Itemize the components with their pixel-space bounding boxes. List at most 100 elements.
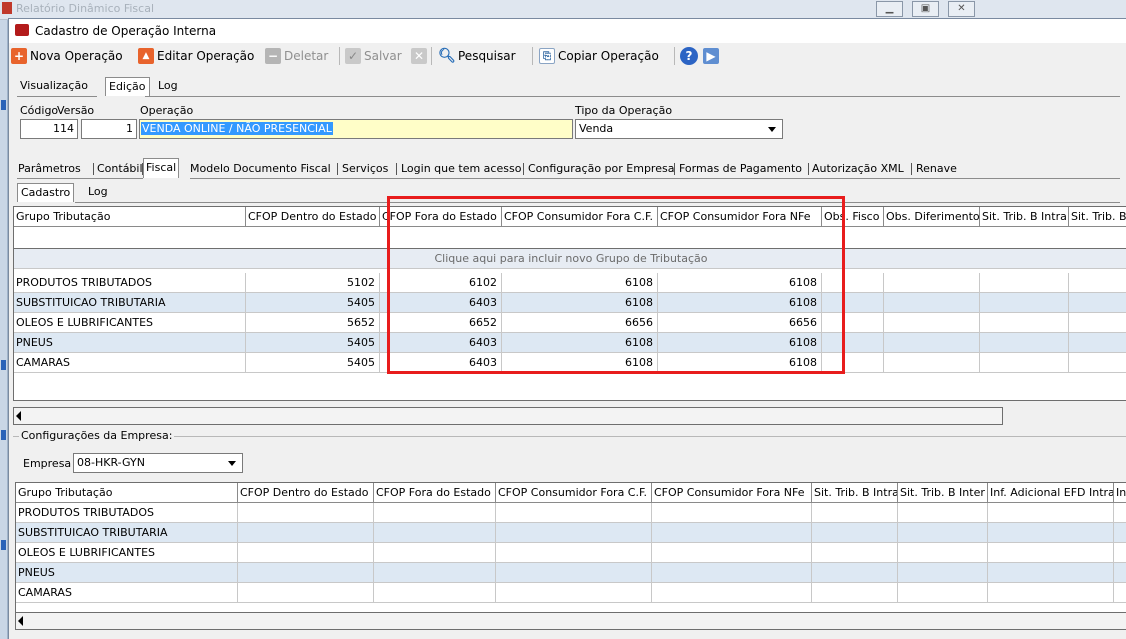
tab-servicos[interactable]: Serviços: [342, 161, 388, 178]
table-cell[interactable]: 6652: [380, 313, 502, 333]
minimize-button[interactable]: ▁: [876, 1, 903, 17]
table-cell[interactable]: [884, 353, 980, 373]
table-cell[interactable]: [1069, 333, 1126, 353]
table-cell[interactable]: [1114, 583, 1126, 603]
table-cell[interactable]: [884, 313, 980, 333]
table-cell[interactable]: 6108: [658, 353, 822, 373]
table-cell[interactable]: [812, 583, 898, 603]
table-cell[interactable]: [884, 333, 980, 353]
close-button[interactable]: ✕: [948, 1, 975, 17]
column-header[interactable]: Sit. Trib. B Intra: [812, 483, 898, 503]
table-cell[interactable]: [238, 563, 374, 583]
table-cell[interactable]: [898, 543, 988, 563]
column-header[interactable]: Inf: [1114, 483, 1126, 503]
table-cell[interactable]: [652, 543, 812, 563]
tab-contabil[interactable]: Contábil: [97, 161, 143, 178]
table-cell[interactable]: 6108: [658, 293, 822, 313]
table-cell[interactable]: [988, 583, 1114, 603]
table-cell[interactable]: 6108: [658, 333, 822, 353]
copy-operation-button[interactable]: ⎘ Copiar Operação: [539, 46, 659, 66]
table-cell[interactable]: [822, 333, 884, 353]
table-cell[interactable]: 6656: [658, 313, 822, 333]
grupo-tributacao-cell[interactable]: PRODUTOS TRIBUTADOS: [14, 273, 246, 293]
empresa-dropdown[interactable]: 08-HKR-GYN: [73, 453, 243, 473]
tab-cadastro[interactable]: Cadastro: [17, 183, 75, 202]
table-cell[interactable]: [898, 563, 988, 583]
exit-button[interactable]: ▶: [703, 46, 722, 66]
edit-operation-button[interactable]: ▲ Editar Operação: [138, 46, 254, 66]
table-cell[interactable]: [374, 543, 496, 563]
table-cell[interactable]: [980, 333, 1069, 353]
column-header[interactable]: Sit. Trib. B Intra: [980, 207, 1069, 227]
tab-login-acesso[interactable]: Login que tem acesso: [401, 161, 521, 178]
column-header[interactable]: CFOP Consumidor Fora C.F.: [496, 483, 652, 503]
table-cell[interactable]: [812, 543, 898, 563]
column-header[interactable]: Sit. Trib. B Inter: [898, 483, 988, 503]
table-cell[interactable]: [822, 313, 884, 333]
table-cell[interactable]: [1069, 273, 1126, 293]
table-cell[interactable]: 6108: [502, 293, 658, 313]
new-row-placeholder[interactable]: Clique aqui para incluir novo Grupo de T…: [14, 249, 1126, 269]
table-cell[interactable]: [1069, 293, 1126, 313]
tab-modelo-documento-fiscal[interactable]: Modelo Documento Fiscal: [190, 161, 331, 178]
column-header[interactable]: CFOP Consumidor Fora C.F.: [502, 207, 658, 227]
table-cell[interactable]: [652, 523, 812, 543]
table-cell[interactable]: [898, 503, 988, 523]
table-cell[interactable]: [988, 523, 1114, 543]
table-cell[interactable]: 6108: [658, 273, 822, 293]
table-cell[interactable]: 6108: [502, 333, 658, 353]
table-cell[interactable]: [374, 563, 496, 583]
table-cell[interactable]: [980, 313, 1069, 333]
new-operation-button[interactable]: + Nova Operação: [11, 46, 123, 66]
table-cell[interactable]: 5405: [246, 353, 380, 373]
table-cell[interactable]: [374, 503, 496, 523]
column-header[interactable]: CFOP Dentro do Estado: [246, 207, 380, 227]
grupo-tributacao-cell[interactable]: OLEOS E LUBRIFICANTES: [14, 313, 246, 333]
column-header[interactable]: Sit. Trib. B: [1069, 207, 1126, 227]
table-cell[interactable]: [652, 583, 812, 603]
table-cell[interactable]: [812, 503, 898, 523]
table-cell[interactable]: [496, 543, 652, 563]
table-cell[interactable]: 6403: [380, 333, 502, 353]
table-cell[interactable]: [898, 583, 988, 603]
table-cell[interactable]: [1114, 543, 1126, 563]
table-cell[interactable]: [238, 543, 374, 563]
tab-edicao[interactable]: Edição: [105, 77, 150, 96]
help-button[interactable]: ?: [680, 46, 701, 66]
table-cell[interactable]: [238, 503, 374, 523]
column-header[interactable]: CFOP Fora do Estado: [380, 207, 502, 227]
table-cell[interactable]: 5102: [246, 273, 380, 293]
table-cell[interactable]: [980, 273, 1069, 293]
table-cell[interactable]: [238, 523, 374, 543]
column-header[interactable]: CFOP Fora do Estado: [374, 483, 496, 503]
column-header[interactable]: Grupo Tributação: [16, 483, 238, 503]
table-cell[interactable]: 6656: [502, 313, 658, 333]
column-header[interactable]: CFOP Consumidor Fora NFe: [658, 207, 822, 227]
grupo-tributacao-cell[interactable]: CAMARAS: [14, 353, 246, 373]
table-cell[interactable]: [374, 523, 496, 543]
tab-parametros[interactable]: Parâmetros: [18, 161, 81, 178]
codigo-field[interactable]: 114: [20, 119, 78, 139]
table-cell[interactable]: [1069, 353, 1126, 373]
grupo-tributacao-cell[interactable]: CAMARAS: [16, 583, 238, 603]
tipo-operacao-dropdown[interactable]: Venda: [575, 119, 783, 139]
table-cell[interactable]: 6108: [502, 273, 658, 293]
horizontal-scrollbar-2[interactable]: [15, 612, 1126, 630]
table-cell[interactable]: [652, 563, 812, 583]
table-cell[interactable]: 6403: [380, 353, 502, 373]
tab-formas-pagamento[interactable]: Formas de Pagamento: [679, 161, 802, 178]
delete-button[interactable]: − Deletar: [265, 46, 328, 66]
table-cell[interactable]: [822, 273, 884, 293]
table-cell[interactable]: 6108: [502, 353, 658, 373]
table-cell[interactable]: 5405: [246, 333, 380, 353]
tab-configuracao-empresa[interactable]: Configuração por Empresa: [528, 161, 674, 178]
column-header[interactable]: Inf. Adicional EFD Intra: [988, 483, 1114, 503]
scroll-left-icon[interactable]: [18, 616, 23, 626]
save-button[interactable]: ✓ Salvar: [345, 46, 402, 66]
table-cell[interactable]: [898, 523, 988, 543]
table-cell[interactable]: [1114, 523, 1126, 543]
tab-autorizacao-xml[interactable]: Autorização XML: [812, 161, 904, 178]
grupo-tributacao-cell[interactable]: PRODUTOS TRIBUTADOS: [16, 503, 238, 523]
grupo-tributacao-cell[interactable]: PNEUS: [16, 563, 238, 583]
table-cell[interactable]: [822, 353, 884, 373]
